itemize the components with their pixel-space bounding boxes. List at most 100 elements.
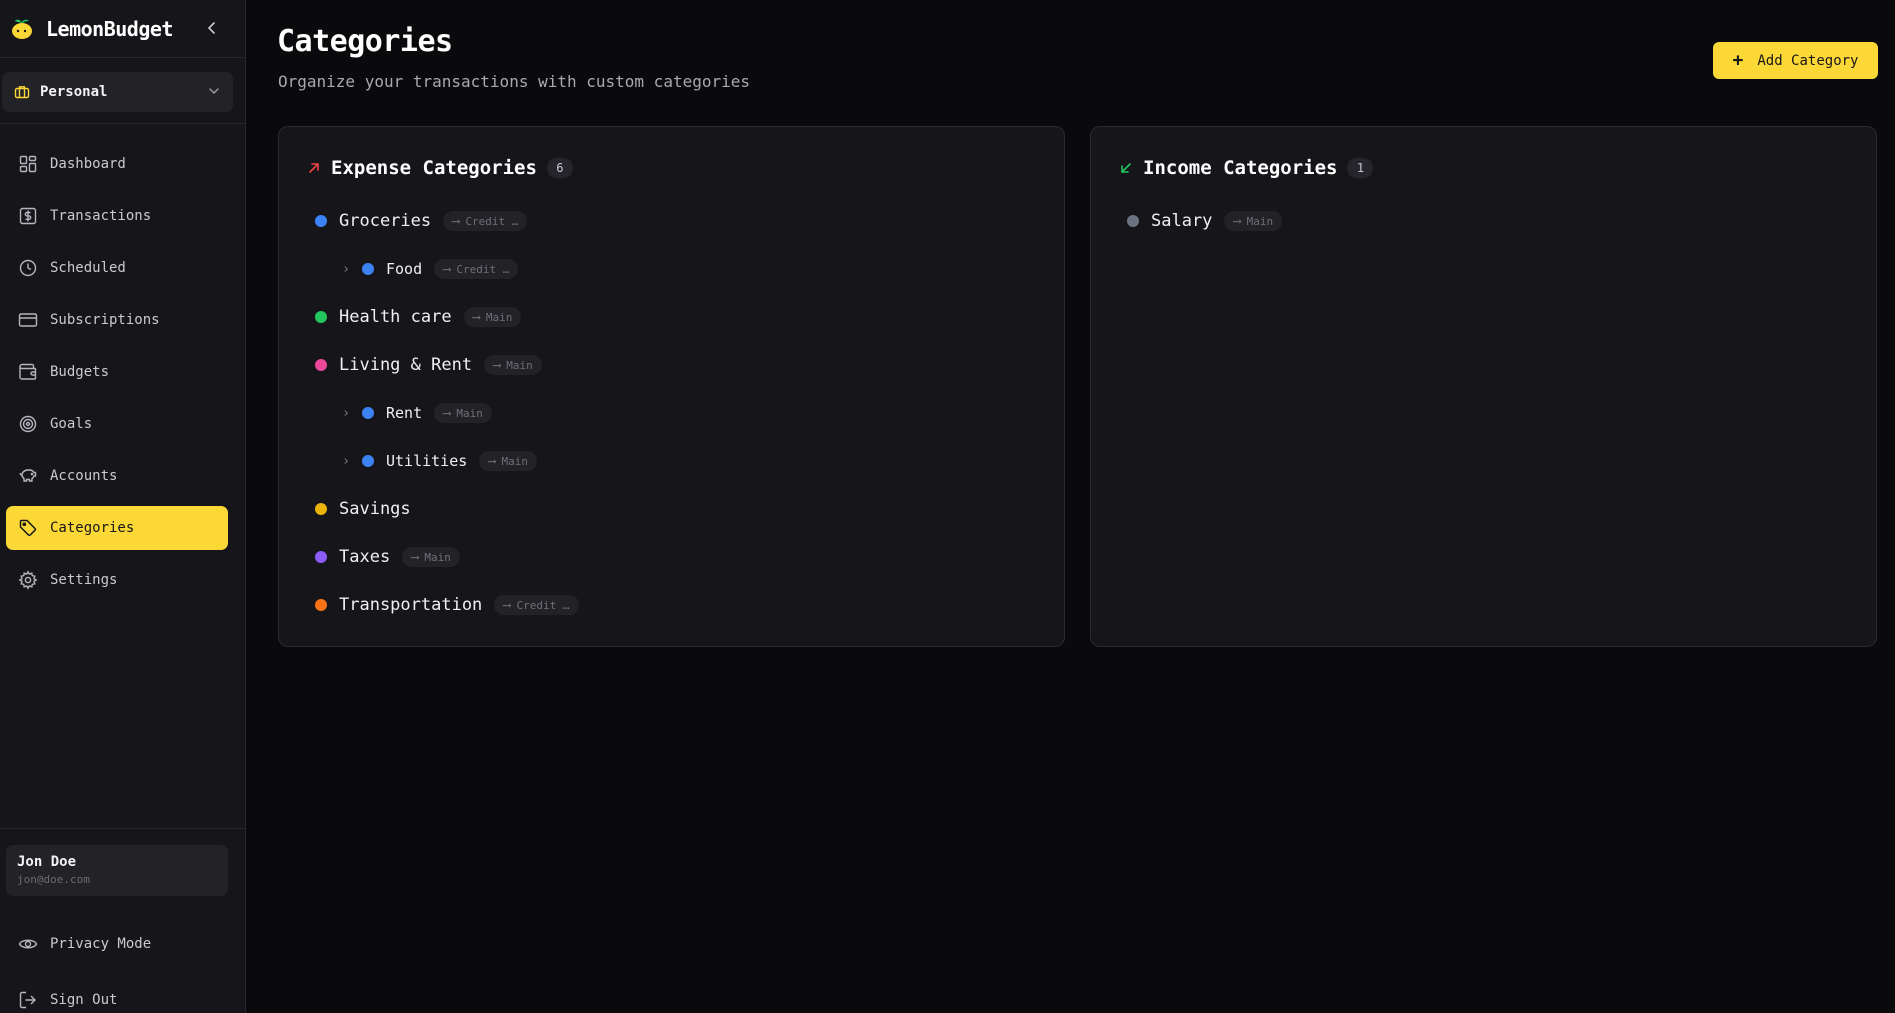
category-color-dot	[362, 455, 374, 467]
expand-chevron-icon[interactable]: ›	[340, 406, 352, 421]
user-card[interactable]: Jon Doe jon@doe.com	[6, 845, 228, 896]
nav-item-settings[interactable]: Settings	[6, 558, 228, 602]
expand-chevron-icon[interactable]: ›	[340, 454, 352, 469]
category-row[interactable]: Health care ⟶ Main	[315, 305, 522, 329]
category-color-dot	[362, 407, 374, 419]
income-count-badge: 1	[1347, 158, 1374, 178]
category-row[interactable]: Living & Rent ⟶ Main	[315, 353, 542, 377]
add-category-label: Add Category	[1757, 52, 1859, 69]
linked-account-badge: ⟶ Credit …	[494, 595, 579, 615]
privacy-mode-button[interactable]: Privacy Mode	[6, 924, 228, 964]
category-name: Food	[386, 260, 423, 278]
category-name: Groceries	[339, 211, 432, 231]
linked-account-name: Main	[501, 454, 529, 468]
nav-item-goals[interactable]: Goals	[6, 402, 228, 446]
user-name: Jon Doe	[17, 854, 77, 870]
piggy-bank-icon	[19, 469, 37, 482]
category-row[interactable]: Salary ⟶ Main	[1127, 209, 1283, 233]
income-panel-title: Income Categories	[1143, 157, 1338, 179]
nav-item-subscriptions[interactable]: Subscriptions	[6, 298, 228, 342]
workspace-label: Personal	[40, 84, 108, 100]
category-name: Taxes	[339, 547, 391, 567]
arrow-right-icon: ⟶	[443, 406, 451, 420]
privacy-mode-label: Privacy Mode	[50, 936, 152, 952]
sign-out-button[interactable]: Sign Out	[6, 980, 228, 1013]
linked-account-name: Main	[485, 310, 513, 324]
nav-item-budgets[interactable]: Budgets	[6, 350, 228, 394]
collapse-sidebar-button[interactable]	[201, 17, 223, 39]
category-color-dot	[1127, 215, 1139, 227]
category-name: Living & Rent	[339, 355, 473, 375]
linked-account-name: Main	[1246, 214, 1274, 228]
arrow-right-icon: ⟶	[488, 454, 496, 468]
nav-item-scheduled[interactable]: Scheduled	[6, 246, 228, 290]
category-color-dot	[315, 311, 327, 323]
category-row[interactable]: › Utilities ⟶ Main	[340, 449, 538, 473]
page-title: Categories	[277, 24, 453, 59]
arrow-right-icon: ⟶	[443, 262, 451, 276]
clock-icon	[19, 259, 37, 277]
workspace-selector[interactable]: Personal	[2, 72, 233, 112]
linked-account-badge: ⟶ Main	[484, 355, 542, 375]
category-row[interactable]: Groceries ⟶ Credit …	[315, 209, 528, 233]
arrow-right-icon: ⟶	[503, 598, 511, 612]
nav-item-accounts[interactable]: Accounts	[6, 454, 228, 498]
category-row[interactable]: › Food ⟶ Credit …	[340, 257, 519, 281]
category-color-dot	[315, 359, 327, 371]
nav-item-dashboard[interactable]: Dashboard	[6, 142, 228, 186]
linked-account-name: Main	[424, 550, 451, 564]
brand-header: LemonBudget	[0, 0, 245, 58]
nav-label: Budgets	[50, 364, 110, 380]
expense-panel-header: Expense Categories 6	[307, 157, 573, 179]
wallet-icon	[19, 363, 37, 380]
nav-item-transactions[interactable]: Transactions	[6, 194, 228, 238]
expense-panel-title: Expense Categories	[331, 157, 537, 179]
main-nav: Dashboard Transactions Scheduled Subscri…	[0, 124, 245, 602]
linked-account-badge: ⟶ Main	[479, 451, 538, 471]
nav-label: Scheduled	[50, 260, 126, 276]
category-name: Salary	[1151, 211, 1213, 231]
user-email: jon@doe.com	[17, 873, 90, 886]
app-name: LemonBudget	[46, 16, 173, 41]
category-name: Utilities	[386, 452, 468, 470]
sidebar-footer: Jon Doe jon@doe.com Privacy Mode Sign Ou…	[0, 828, 245, 1013]
linked-account-badge: ⟶ Main	[1224, 211, 1283, 231]
linked-account-name: Credit …	[465, 214, 519, 228]
category-color-dot	[315, 551, 327, 563]
nav-item-categories[interactable]: Categories	[6, 506, 228, 550]
arrow-up-right-icon	[309, 163, 319, 173]
arrow-right-icon: ⟶	[493, 358, 501, 372]
nav-label: Settings	[50, 572, 118, 588]
page-subtitle: Organize your transactions with custom c…	[278, 72, 751, 91]
category-row[interactable]: Savings	[315, 497, 411, 521]
arrow-right-icon: ⟶	[472, 310, 480, 324]
expense-count-badge: 6	[546, 158, 573, 178]
category-color-dot	[315, 503, 327, 515]
sidebar: LemonBudget Personal Dashboard Transacti…	[0, 0, 246, 1013]
nav-label: Transactions	[50, 208, 152, 224]
chevron-down-icon	[209, 88, 219, 95]
add-category-button[interactable]: + Add Category	[1713, 42, 1878, 79]
plus-icon: +	[1732, 50, 1744, 71]
expand-chevron-icon[interactable]: ›	[340, 262, 352, 277]
category-name: Health care	[339, 307, 452, 327]
linked-account-badge: ⟶ Credit …	[434, 259, 519, 279]
nav-label: Subscriptions	[50, 312, 160, 328]
nav-label: Accounts	[50, 468, 118, 484]
chevron-left-icon	[207, 22, 215, 34]
gear-icon	[18, 570, 38, 590]
income-panel-header: Income Categories 1	[1119, 157, 1374, 179]
category-row[interactable]: Transportation ⟶ Credit …	[315, 593, 579, 617]
category-name: Savings	[339, 499, 411, 519]
arrow-right-icon: ⟶	[411, 550, 419, 564]
dashboard-icon	[19, 155, 37, 173]
eye-icon	[18, 939, 38, 949]
category-color-dot	[315, 215, 327, 227]
category-row[interactable]: › Rent ⟶ Main	[340, 401, 492, 425]
category-row[interactable]: Taxes ⟶ Main	[315, 545, 460, 569]
linked-account-name: Credit …	[456, 262, 510, 276]
linked-account-badge: ⟶ Credit …	[443, 211, 528, 231]
category-color-dot	[362, 263, 374, 275]
linked-account-badge: ⟶ Main	[434, 403, 492, 423]
nav-label: Dashboard	[50, 156, 126, 172]
